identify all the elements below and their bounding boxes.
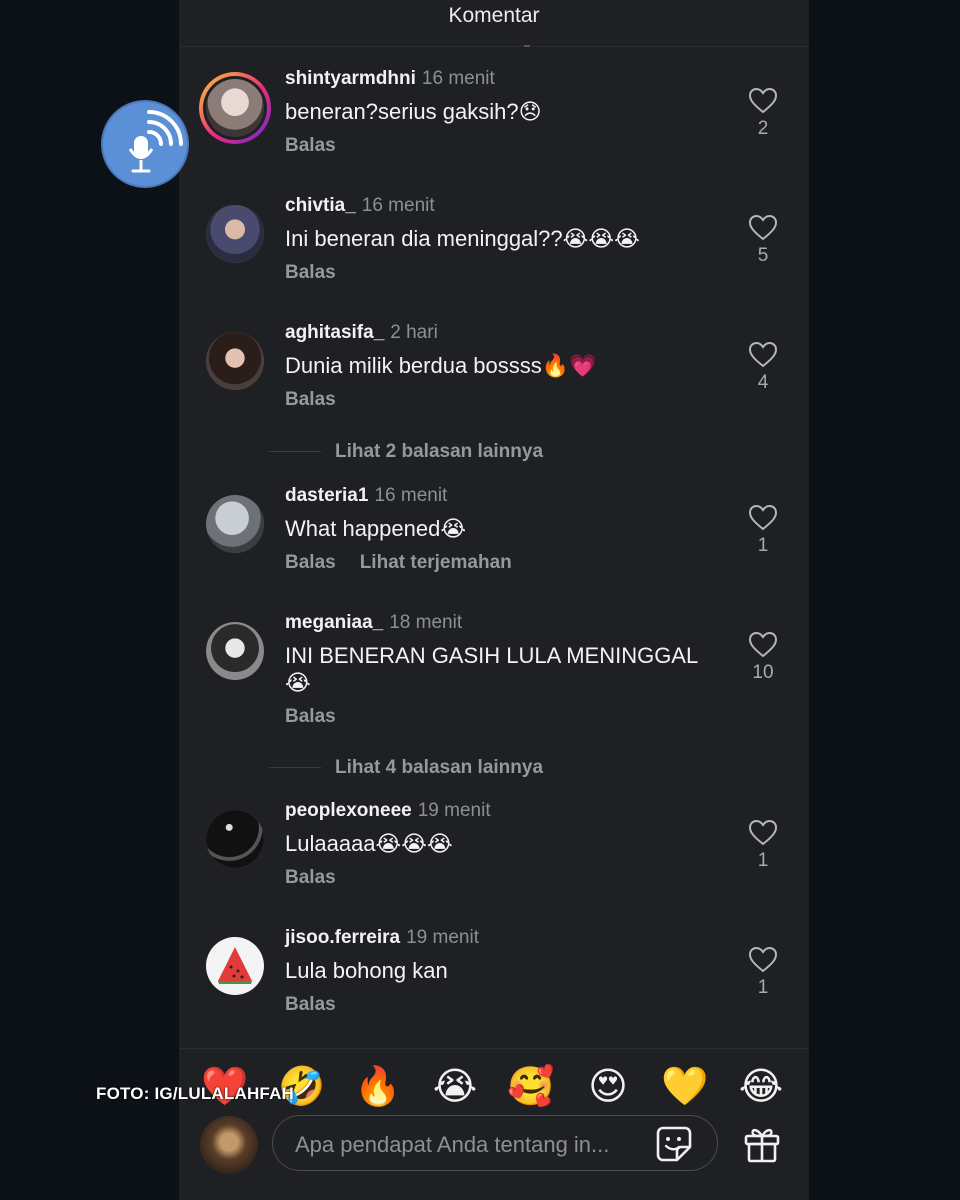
comment-time: 16 menit xyxy=(421,68,495,89)
emoji-fire-button[interactable]: 🔥 xyxy=(352,1061,404,1113)
comment-meta: jisoo.ferreira 19 menit xyxy=(285,927,479,949)
heart-outline-icon xyxy=(749,947,777,973)
my-avatar xyxy=(200,1116,258,1174)
avatar[interactable] xyxy=(206,205,264,263)
comment-item: dasteria1 16 menit What happened😭 Balas Li… xyxy=(179,485,809,599)
heart-outline-icon xyxy=(749,342,777,368)
drag-handle[interactable] xyxy=(524,42,530,47)
comment-username[interactable]: chivtia_ xyxy=(285,195,356,216)
comment-input[interactable]: Apa pendapat Anda tentang in... xyxy=(272,1115,718,1171)
comment-time: 2 hari xyxy=(390,322,438,343)
like-count: 5 xyxy=(757,245,769,266)
avatar[interactable] xyxy=(206,810,264,868)
comments-panel: Komentar shintyarmdhni 16 menit beneran?s… xyxy=(179,0,809,1200)
reply-button[interactable]: Balas xyxy=(285,994,336,1015)
emoji-yellow-heart-button[interactable]: 💛 xyxy=(659,1061,711,1113)
comments-title: Komentar xyxy=(448,4,540,27)
like-button[interactable]: 1 xyxy=(747,820,779,872)
comment-time: 16 menit xyxy=(374,485,448,506)
comment-item: aghitasifa_ 2 hari Dunia milik berdua bos… xyxy=(179,322,809,436)
view-more-replies[interactable]: Lihat 2 balasan lainnya xyxy=(269,441,543,463)
comment-item: chivtia_ 16 menit Ini beneran dia meningg… xyxy=(179,195,809,309)
comment-text: INI BENERAN GASIH LULA MENINGGAL 😭 xyxy=(285,643,698,695)
comment-meta: peoplexoneee 19 menit xyxy=(285,800,491,822)
like-count: 4 xyxy=(757,372,769,393)
reply-button[interactable]: Balas xyxy=(285,867,336,888)
heart-outline-icon xyxy=(749,215,777,241)
heart-outline-icon xyxy=(749,505,777,531)
emoji-crying-button[interactable]: 😭 xyxy=(429,1061,481,1113)
reply-button[interactable]: Balas xyxy=(285,262,336,283)
comment-composer: Apa pendapat Anda tentang in... xyxy=(179,1112,809,1200)
podcast-badge xyxy=(101,100,189,188)
like-count: 10 xyxy=(752,662,774,683)
like-count: 1 xyxy=(757,535,769,556)
like-count: 2 xyxy=(757,118,769,139)
view-more-replies-label: Lihat 4 balasan lainnya xyxy=(335,757,544,778)
comment-time: 18 menit xyxy=(389,612,463,633)
comment-text: beneran?serius gaksih?😞 xyxy=(285,99,542,124)
podcast-mic-icon xyxy=(128,110,183,173)
comment-username[interactable]: dasteria1 xyxy=(285,485,368,506)
view-more-replies-label: Lihat 2 balasan lainnya xyxy=(335,441,544,462)
heart-outline-icon xyxy=(749,820,777,846)
avatar-story-ring[interactable] xyxy=(199,72,271,144)
comment-meta: shintyarmdhni 16 menit xyxy=(285,68,495,90)
comment-time: 19 menit xyxy=(406,927,479,948)
comment-item: shintyarmdhni 16 menit beneran?serius gak… xyxy=(179,68,809,182)
comment-username[interactable]: meganiaa_ xyxy=(285,612,383,633)
comment-item: jisoo.ferreira 19 menit Lula bohong kan B… xyxy=(179,927,809,1041)
avatar[interactable] xyxy=(206,332,264,390)
comment-username[interactable]: shintyarmdhni xyxy=(285,68,416,89)
reply-button[interactable]: Balas xyxy=(285,552,336,573)
like-button[interactable]: 1 xyxy=(747,947,779,999)
like-button[interactable]: 4 xyxy=(747,342,779,394)
comment-item: meganiaa_ 18 menit INI BENERAN GASIH LULA… xyxy=(179,612,809,727)
comment-meta: chivtia_ 16 menit xyxy=(285,195,435,217)
comment-time: 19 menit xyxy=(417,800,491,821)
like-count: 1 xyxy=(757,850,769,871)
comment-username[interactable]: jisoo.ferreira xyxy=(285,927,400,948)
translate-button[interactable]: Lihat terjemahan xyxy=(360,552,512,573)
heart-outline-icon xyxy=(749,632,777,658)
comment-text: Ini beneran dia meninggal??😭😭😭 xyxy=(285,226,640,251)
divider-line xyxy=(269,451,321,453)
watermelon-icon xyxy=(218,947,252,984)
comment-item: peoplexoneee 19 menit Lulaaaaa😭😭😭 Balas 1 xyxy=(179,800,809,914)
avatar[interactable] xyxy=(206,622,264,680)
comment-meta: aghitasifa_ 2 hari xyxy=(285,322,438,344)
comments-header: Komentar xyxy=(179,0,809,47)
like-button[interactable]: 1 xyxy=(747,505,779,557)
photo-credit-watermark: FOTO: IG/LULALAHFAH xyxy=(96,1084,295,1103)
avatar xyxy=(206,79,264,137)
reply-button[interactable]: Balas xyxy=(285,706,336,727)
emoji-heart-eyes-button[interactable]: 😍 xyxy=(582,1061,634,1113)
comment-text: Lulaaaaa😭😭😭 xyxy=(285,831,453,856)
comment-text: What happened😭 xyxy=(285,516,467,541)
comment-input-placeholder: Apa pendapat Anda tentang in... xyxy=(295,1132,610,1157)
comment-meta: dasteria1 16 menit xyxy=(285,485,447,507)
emoji-smiling-hearts-button[interactable]: 🥰 xyxy=(505,1061,557,1113)
reply-button[interactable]: Balas xyxy=(285,389,336,410)
gift-icon[interactable] xyxy=(742,1124,782,1164)
like-button[interactable]: 10 xyxy=(747,632,779,684)
emoji-joy-button[interactable]: 😂 xyxy=(735,1061,787,1113)
avatar[interactable] xyxy=(206,495,264,553)
sticker-icon[interactable] xyxy=(655,1125,693,1163)
reply-button[interactable]: Balas xyxy=(285,135,336,156)
avatar[interactable] xyxy=(206,937,264,995)
comment-time: 16 menit xyxy=(361,195,435,216)
divider-line xyxy=(269,767,321,769)
comment-text: Lula bohong kan xyxy=(285,958,448,983)
comment-text: Dunia milik berdua bossss🔥💗 xyxy=(285,353,597,378)
comment-username[interactable]: aghitasifa_ xyxy=(285,322,384,343)
like-count: 1 xyxy=(757,977,769,998)
heart-outline-icon xyxy=(749,88,777,114)
like-button[interactable]: 5 xyxy=(747,215,779,267)
comment-username[interactable]: peoplexoneee xyxy=(285,800,412,821)
comment-meta: meganiaa_ 18 menit xyxy=(285,612,462,634)
like-button[interactable]: 2 xyxy=(747,88,779,140)
view-more-replies[interactable]: Lihat 4 balasan lainnya xyxy=(269,757,543,779)
